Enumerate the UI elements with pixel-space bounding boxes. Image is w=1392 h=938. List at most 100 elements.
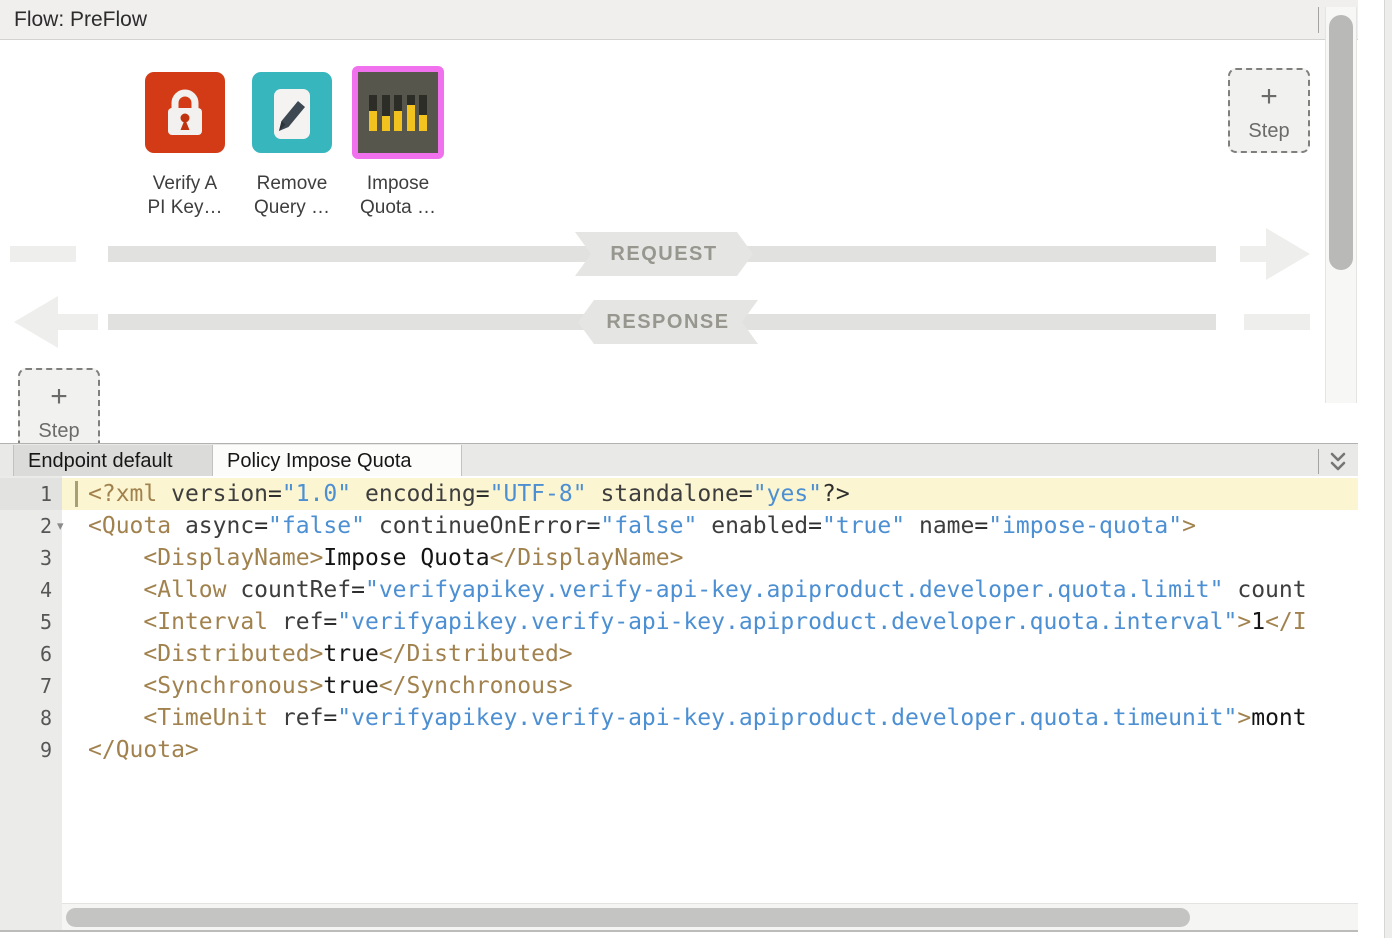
code-token: "verifyapikey.verify-api-key.apiproduct.… xyxy=(337,609,1237,635)
code-token: "1.0" xyxy=(282,481,351,507)
code-line-text: </Quota> xyxy=(88,734,1357,766)
plus-icon: + xyxy=(20,382,98,412)
editor-horizontal-scrollbar[interactable] xyxy=(62,903,1358,931)
code-token: = xyxy=(323,705,337,731)
code-token: true xyxy=(323,641,378,667)
code-token: async xyxy=(185,513,254,539)
flow-vertical-scrollbar[interactable] xyxy=(1325,7,1357,403)
response-bar-segment-right xyxy=(1244,314,1310,330)
code-token: </I xyxy=(1265,609,1307,635)
code-token: <?xml xyxy=(88,481,171,507)
fold-caret-icon[interactable]: ▾ xyxy=(57,510,64,542)
code-token: "true" xyxy=(822,513,905,539)
code-line-text: <Interval ref="verifyapikey.verify-api-k… xyxy=(88,606,1357,638)
request-arrow-right-icon xyxy=(1266,228,1310,280)
code-token: count xyxy=(1237,577,1306,603)
code-token: 1 xyxy=(1251,609,1265,635)
code-token: > xyxy=(1237,609,1251,635)
editor-horizontal-scrollbar-thumb[interactable] xyxy=(66,908,1190,927)
flow-canvas: Verify API Key… RemoveQuery … ImposeQuot… xyxy=(0,40,1358,443)
code-token: </Distributed> xyxy=(379,641,573,667)
code-token xyxy=(88,609,143,635)
code-token: = xyxy=(739,481,753,507)
request-bar-segment-left xyxy=(10,246,76,262)
line-number: 8 xyxy=(0,702,62,734)
code-token: <Distributed> xyxy=(143,641,323,667)
code-token: "yes" xyxy=(753,481,822,507)
code-token: = xyxy=(587,513,601,539)
code-token xyxy=(905,513,919,539)
line-number: 7 xyxy=(0,670,62,702)
code-line-text: <Quota async="false" continueOnError="fa… xyxy=(88,510,1357,542)
editor-tab-bar: Endpoint default Policy Impose Quota xyxy=(0,443,1358,477)
code-token: enabled xyxy=(711,513,808,539)
flow-title: Flow: PreFlow xyxy=(14,0,147,39)
policy-label-impose-quota: ImposeQuota … xyxy=(333,172,463,220)
code-token xyxy=(1224,577,1238,603)
code-line-text: <?xml version="1.0" encoding="UTF-8" sta… xyxy=(88,478,1357,510)
tab-policy-impose-quota[interactable]: Policy Impose Quota xyxy=(213,445,462,477)
policy-impose-quota-selected[interactable] xyxy=(352,66,444,159)
code-token xyxy=(587,481,601,507)
code-token: "verifyapikey.verify-api-key.apiproduct.… xyxy=(365,577,1224,603)
line-number: 4 xyxy=(0,574,62,606)
plus-icon: + xyxy=(1230,82,1308,112)
code-line-text: <TimeUnit ref="verifyapikey.verify-api-k… xyxy=(88,702,1357,734)
flow-vertical-scrollbar-thumb[interactable] xyxy=(1329,15,1353,270)
code-token: = xyxy=(476,481,490,507)
code-line-text: <Distributed>true</Distributed> xyxy=(88,638,1357,670)
line-number: 3 xyxy=(0,542,62,574)
code-line: 7 <Synchronous>true</Synchronous> xyxy=(0,670,1358,702)
code-token: = xyxy=(351,577,365,603)
add-step-button-response[interactable]: + Step xyxy=(18,368,100,443)
tab-endpoint-default[interactable]: Endpoint default xyxy=(13,445,213,477)
tab-bar-separator xyxy=(1318,449,1319,474)
code-token: = xyxy=(268,481,282,507)
code-token: "verifyapikey.verify-api-key.apiproduct.… xyxy=(337,705,1237,731)
code-token: <Quota xyxy=(88,513,185,539)
code-token: "impose-quota" xyxy=(988,513,1182,539)
code-token: version xyxy=(171,481,268,507)
line-number: 2 xyxy=(0,510,62,542)
code-token: countRef xyxy=(240,577,351,603)
code-token: > xyxy=(1237,705,1251,731)
text-cursor xyxy=(75,481,78,507)
code-line: 9</Quota> xyxy=(0,734,1358,766)
code-line: 8 <TimeUnit ref="verifyapikey.verify-api… xyxy=(0,702,1358,734)
expand-panel-chevrons-down-icon[interactable] xyxy=(1327,449,1349,473)
response-ribbon-label: RESPONSE xyxy=(578,300,758,344)
code-line: 3 <DisplayName>Impose Quota</DisplayName… xyxy=(0,542,1358,574)
code-token: mont xyxy=(1251,705,1306,731)
code-token xyxy=(88,641,143,667)
code-token: = xyxy=(254,513,268,539)
code-token: "false" xyxy=(600,513,697,539)
window-right-edge xyxy=(1384,0,1392,938)
add-step-button-request[interactable]: + Step xyxy=(1228,68,1310,153)
code-token: Impose Quota xyxy=(323,545,489,571)
code-line-text: <Allow countRef="verifyapikey.verify-api… xyxy=(88,574,1357,606)
code-token: "UTF-8" xyxy=(490,481,587,507)
code-token: = xyxy=(323,609,337,635)
code-editor[interactable]: 1 <?xml version="1.0" encoding="UTF-8" st… xyxy=(0,476,1358,932)
code-token: <Interval xyxy=(143,609,281,635)
code-token: ref xyxy=(282,609,324,635)
code-token: = xyxy=(974,513,988,539)
code-token: continueOnError xyxy=(379,513,587,539)
header-separator xyxy=(1318,7,1319,33)
code-token: ?> xyxy=(822,481,850,507)
policy-remove-query[interactable] xyxy=(252,72,332,153)
code-line: 4 <Allow countRef="verifyapikey.verify-a… xyxy=(0,574,1358,606)
code-token xyxy=(88,705,143,731)
code-token: ref xyxy=(282,705,324,731)
policy-verify-api-key[interactable] xyxy=(145,72,225,153)
code-token: name xyxy=(919,513,974,539)
request-ribbon-label: REQUEST xyxy=(575,232,753,276)
flow-header: Flow: PreFlow xyxy=(0,0,1358,40)
lock-icon xyxy=(160,86,210,140)
code-token xyxy=(88,545,143,571)
code-line: 6 <Distributed>true</Distributed> xyxy=(0,638,1358,670)
code-token xyxy=(88,577,143,603)
code-token: encoding xyxy=(365,481,476,507)
code-token xyxy=(88,673,143,699)
pencil-icon xyxy=(267,86,317,142)
